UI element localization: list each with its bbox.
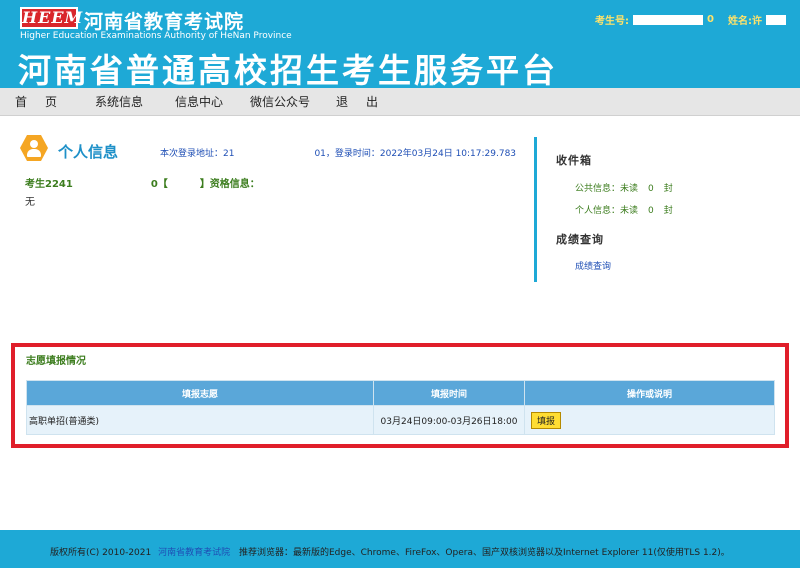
nav-system-info[interactable]: 系统信息 bbox=[95, 93, 143, 110]
fill-in-button[interactable]: 填报 bbox=[531, 411, 562, 429]
personal-messages-count: 0 bbox=[648, 206, 654, 216]
person-icon-head bbox=[30, 140, 38, 148]
site-header: HEEM 河南省教育考试院 Higher Education Examinati… bbox=[0, 0, 800, 90]
volunteer-time-cell: 03月24日09:00-03月26日18:00 bbox=[374, 406, 524, 434]
nav-home[interactable]: 首页 bbox=[15, 93, 75, 110]
public-messages-count: 0 bbox=[648, 184, 654, 194]
redacted-block bbox=[633, 14, 704, 25]
column-header: 填报志愿 bbox=[27, 381, 373, 405]
qualification-value: 无 bbox=[25, 197, 35, 208]
candidate-id-prefix: 考生2241 bbox=[25, 179, 73, 190]
footer-text: 版权所有(C) 2010-2021 河南省教育考试院 推荐浏览器：最新版的Edg… bbox=[50, 545, 730, 558]
logo: HEEM bbox=[20, 7, 84, 29]
scores-query-link[interactable]: 成绩查询 bbox=[575, 259, 611, 272]
volunteer-action-cell: 填报 bbox=[525, 406, 774, 434]
person-icon bbox=[20, 135, 48, 161]
scores-title: 成绩查询 bbox=[556, 233, 604, 246]
nav-logout[interactable]: 退出 bbox=[336, 93, 396, 110]
copyright-text: 版权所有(C) 2010-2021 bbox=[50, 548, 152, 558]
org-name-en: Higher Education Examinations Authority … bbox=[20, 31, 292, 41]
footer-org-link[interactable]: 河南省教育考试院 bbox=[158, 548, 230, 558]
exam-no-label: 考生号: bbox=[595, 16, 630, 27]
personal-messages-label: 个人信息：未读 bbox=[575, 206, 639, 216]
login-info: 本次登录地址：21 01，登录时间：2022年03月24日 10:17:29.7… bbox=[160, 146, 516, 159]
table-header-row: 填报志愿 填报时间 操作或说明 bbox=[27, 381, 774, 405]
candidate-qualification-line: 考生2241 0【 】资格信息： bbox=[25, 175, 260, 190]
user-info: 考生号: 0 姓名: 许 bbox=[595, 12, 790, 27]
qualification-label: 】资格信息： bbox=[199, 179, 260, 190]
nav-info-center[interactable]: 信息中心 bbox=[175, 93, 223, 110]
redacted-block bbox=[766, 14, 786, 25]
redacted-block bbox=[76, 178, 147, 187]
login-time: 01，登录时间：2022年03月24日 10:17:29.783 bbox=[314, 149, 517, 159]
volunteer-section-title: 志愿填报情况 bbox=[26, 356, 86, 367]
site-footer: 版权所有(C) 2010-2021 河南省教育考试院 推荐浏览器：最新版的Edg… bbox=[0, 530, 800, 568]
public-messages-unit: 封 bbox=[663, 184, 673, 194]
main-nav: 首页 系统信息 信息中心 微信公众号 退出 bbox=[0, 88, 800, 116]
profile-title: 个人信息 bbox=[58, 143, 119, 161]
public-messages-label: 公共信息：未读 bbox=[575, 184, 639, 194]
volunteer-name-cell: 高职单招(普通类) bbox=[27, 406, 373, 434]
personal-messages-link[interactable]: 个人信息：未读 0 封 bbox=[575, 203, 673, 216]
org-name-cn: 河南省教育考试院 bbox=[84, 11, 245, 33]
platform-title: 河南省普通高校招生考生服务平台 bbox=[18, 51, 558, 90]
login-address-label: 本次登录地址：21 bbox=[160, 149, 235, 159]
volunteer-table: 填报志愿 填报时间 操作或说明 高职单招(普通类) 03月24日09:00-03… bbox=[26, 380, 775, 435]
personal-messages-unit: 封 bbox=[663, 206, 673, 216]
name-label: 姓名: bbox=[728, 16, 752, 27]
column-header: 操作或说明 bbox=[525, 381, 774, 405]
public-messages-link[interactable]: 公共信息：未读 0 封 bbox=[575, 181, 673, 194]
browser-recommendation: 推荐浏览器：最新版的Edge、Chrome、FireFox、Opera、国产双核… bbox=[239, 548, 730, 558]
person-icon-body bbox=[27, 149, 41, 157]
candidate-id-mid: 0【 bbox=[150, 179, 168, 190]
inbox-title: 收件箱 bbox=[556, 154, 592, 167]
exam-no-tail: 0 bbox=[707, 14, 714, 25]
redacted-block bbox=[238, 146, 311, 154]
table-row: 高职单招(普通类) 03月24日09:00-03月26日18:00 填报 bbox=[27, 406, 774, 434]
redacted-block bbox=[171, 178, 196, 187]
nav-wechat[interactable]: 微信公众号 bbox=[250, 93, 310, 110]
name-partial: 许 bbox=[752, 16, 762, 27]
sidebar-divider bbox=[534, 137, 537, 282]
column-header: 填报时间 bbox=[374, 381, 524, 405]
